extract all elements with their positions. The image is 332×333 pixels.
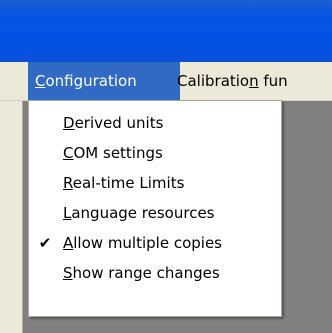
checkmark-icon: ✔: [38, 234, 52, 252]
language-resources-label: anguage resources: [71, 204, 215, 222]
show-range-changes-label: how range changes: [72, 264, 220, 282]
allow-multiple-copies-label: llow multiple copies: [73, 234, 222, 252]
allow-multiple-copies-accelerator: A: [63, 234, 74, 252]
window-frame-left: [0, 101, 23, 333]
configuration-dropdown-menu: Derived units COM settings Real-time Lim…: [28, 100, 282, 317]
title-bar: [0, 0, 332, 62]
derived-units-accelerator: D: [63, 114, 75, 132]
com-settings-accelerator: C: [63, 144, 74, 162]
menu-bar: Configuration Calibration fun: [0, 62, 332, 101]
menu-calibration-functions[interactable]: Calibration fun: [170, 62, 295, 100]
menu-item-show-range-changes[interactable]: Show range changes: [29, 259, 281, 288]
menu-configuration[interactable]: Configuration: [28, 62, 180, 100]
real-time-limits-accelerator: R: [63, 174, 73, 192]
menu-item-real-time-limits[interactable]: Real-time Limits: [29, 169, 281, 198]
derived-units-label: erived units: [74, 114, 164, 132]
com-settings-label: OM settings: [73, 144, 163, 162]
real-time-limits-label: eal-time Limits: [72, 174, 185, 192]
menu-calibration-label: fun: [258, 72, 288, 90]
show-range-changes-accelerator: S: [63, 264, 73, 282]
menu-configuration-label: onfiguration: [45, 72, 137, 90]
menu-calibration-accelerator: n: [249, 72, 259, 90]
menu-item-com-settings[interactable]: COM settings: [29, 139, 281, 168]
menu-item-derived-units[interactable]: Derived units: [29, 109, 281, 138]
menu-item-allow-multiple-copies[interactable]: ✔ Allow multiple copies: [29, 229, 281, 258]
menu-configuration-accelerator: C: [35, 72, 46, 90]
menu-calibration-label-pre: Calibratio: [177, 72, 250, 90]
menu-item-language-resources[interactable]: Language resources: [29, 199, 281, 228]
